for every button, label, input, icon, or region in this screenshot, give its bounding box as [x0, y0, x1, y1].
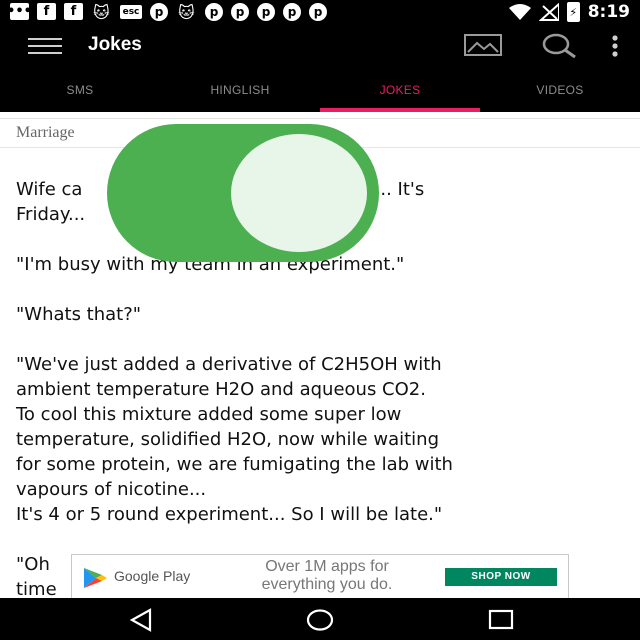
chat-icon: ••• [7, 3, 32, 20]
system-nav-bar [0, 598, 640, 640]
shop-now-button[interactable]: SHOP NOW [445, 568, 557, 586]
pinterest-icon: p [205, 3, 223, 21]
page-title: Jokes [88, 34, 142, 55]
menu-icon[interactable] [28, 38, 62, 54]
category-tabs: SMS HINGLISH JOKES VIDEOS [0, 68, 640, 112]
toggle-switch[interactable] [107, 124, 379, 262]
more-vert-icon[interactable] [610, 34, 620, 58]
tab-sms[interactable]: SMS [0, 68, 160, 112]
pinterest-icon: p [231, 3, 249, 21]
joke-category: Marriage [16, 124, 75, 141]
ad-banner[interactable]: Google Play Over 1M apps for everything … [71, 554, 569, 600]
back-icon[interactable] [128, 608, 154, 632]
esc-icon: esc [120, 5, 142, 19]
notification-icons: ••• f f 🐱 esc p 🐱 p p p p p [7, 2, 327, 22]
app-toolbar: Jokes [0, 24, 640, 68]
status-bar: ••• f f 🐱 esc p 🐱 p p p p p ⚡ 8:19 [0, 0, 640, 24]
pinterest-icon: p [283, 3, 301, 21]
ad-brand: Google Play [114, 568, 191, 584]
pinterest-icon: p [150, 3, 168, 21]
cat-icon: 🐱 [93, 2, 110, 22]
tab-videos[interactable]: VIDEOS [480, 68, 640, 112]
toggle-knob [231, 134, 367, 252]
system-status: ⚡ 8:19 [508, 0, 630, 24]
google-play-icon [84, 568, 107, 588]
facebook-icon: f [64, 3, 83, 20]
pinterest-icon: p [309, 3, 327, 21]
clock: 8:19 [587, 2, 630, 22]
pinterest-icon: p [257, 3, 275, 21]
ad-text: Over 1M apps for everything you do. [261, 558, 393, 593]
cat-icon: 🐱 [178, 2, 195, 22]
battery-charging-icon: ⚡ [566, 2, 580, 22]
home-icon[interactable] [306, 608, 334, 632]
tab-hinglish[interactable]: HINGLISH [160, 68, 320, 112]
facebook-icon: f [37, 3, 56, 20]
search-icon[interactable] [540, 32, 578, 60]
wifi-icon [508, 4, 531, 20]
no-signal-icon [538, 3, 559, 21]
tab-jokes[interactable]: JOKES [320, 68, 480, 112]
image-icon[interactable] [464, 32, 502, 58]
recent-apps-icon[interactable] [488, 608, 514, 632]
